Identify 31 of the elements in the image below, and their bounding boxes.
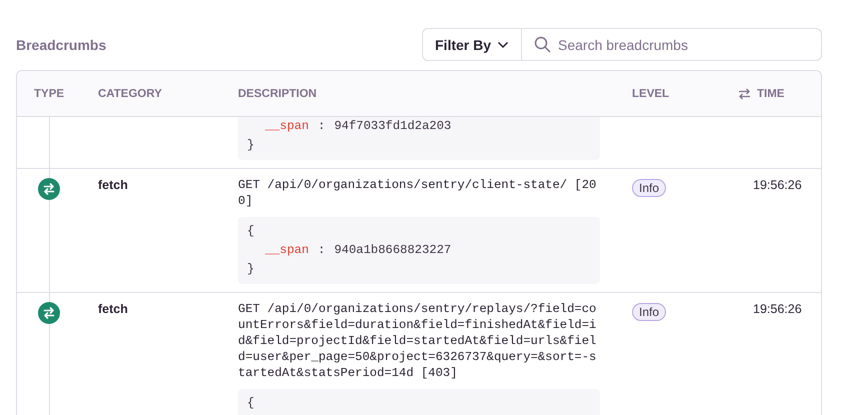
code-key: __span — [265, 117, 309, 136]
code-value: 940a1b8668823227 — [334, 242, 452, 259]
column-header: CATEGORY — [98, 88, 162, 100]
brace-text: } — [247, 261, 256, 278]
category-text: fetch — [98, 178, 128, 192]
search-icon — [534, 36, 552, 53]
colon-text: : — [318, 242, 326, 259]
level-badge: Info — [632, 303, 666, 321]
chevron-down-icon — [497, 40, 510, 48]
category-text: fetch — [98, 302, 128, 316]
column-header: TIME — [757, 88, 784, 100]
transfer-arrows-icon — [38, 178, 60, 200]
brace-text: } — [247, 137, 256, 154]
section-title: Breadcrumbs — [16, 36, 106, 52]
column-header: DESCRIPTION — [238, 88, 317, 100]
time-text: 19:56:26 — [753, 178, 802, 192]
search-field[interactable]: Search breadcrumbs — [522, 28, 822, 61]
sort-icon[interactable] — [738, 88, 751, 100]
brace-text: { — [247, 395, 256, 412]
column-header: TYPE — [34, 88, 64, 100]
transfer-arrows-icon — [38, 302, 60, 324]
level-badge: Info — [632, 179, 666, 197]
filter-dropdown[interactable]: Filter By — [422, 28, 522, 61]
colon-text: : — [318, 118, 326, 135]
brace-text: { — [247, 223, 256, 240]
code-value: 94f7033fd1d2a203 — [334, 118, 452, 135]
code-key: __span — [265, 241, 309, 260]
description-text: GET /api/0/organizations/sentry/replays/?field=countErrors&field=duration&field=finishedAt&field=id&field=projectId&field=startedAt&field=urls&field=user&per_page=50&project=6326737&query=&sort=-startedAt&statsPeriod=14d [403] — [238, 301, 596, 381]
description-text: GET /api/0/organizations/sentry/client-state/ [200] — [238, 177, 596, 209]
column-header: LEVEL — [632, 88, 670, 100]
time-text: 19:56:26 — [753, 302, 802, 316]
